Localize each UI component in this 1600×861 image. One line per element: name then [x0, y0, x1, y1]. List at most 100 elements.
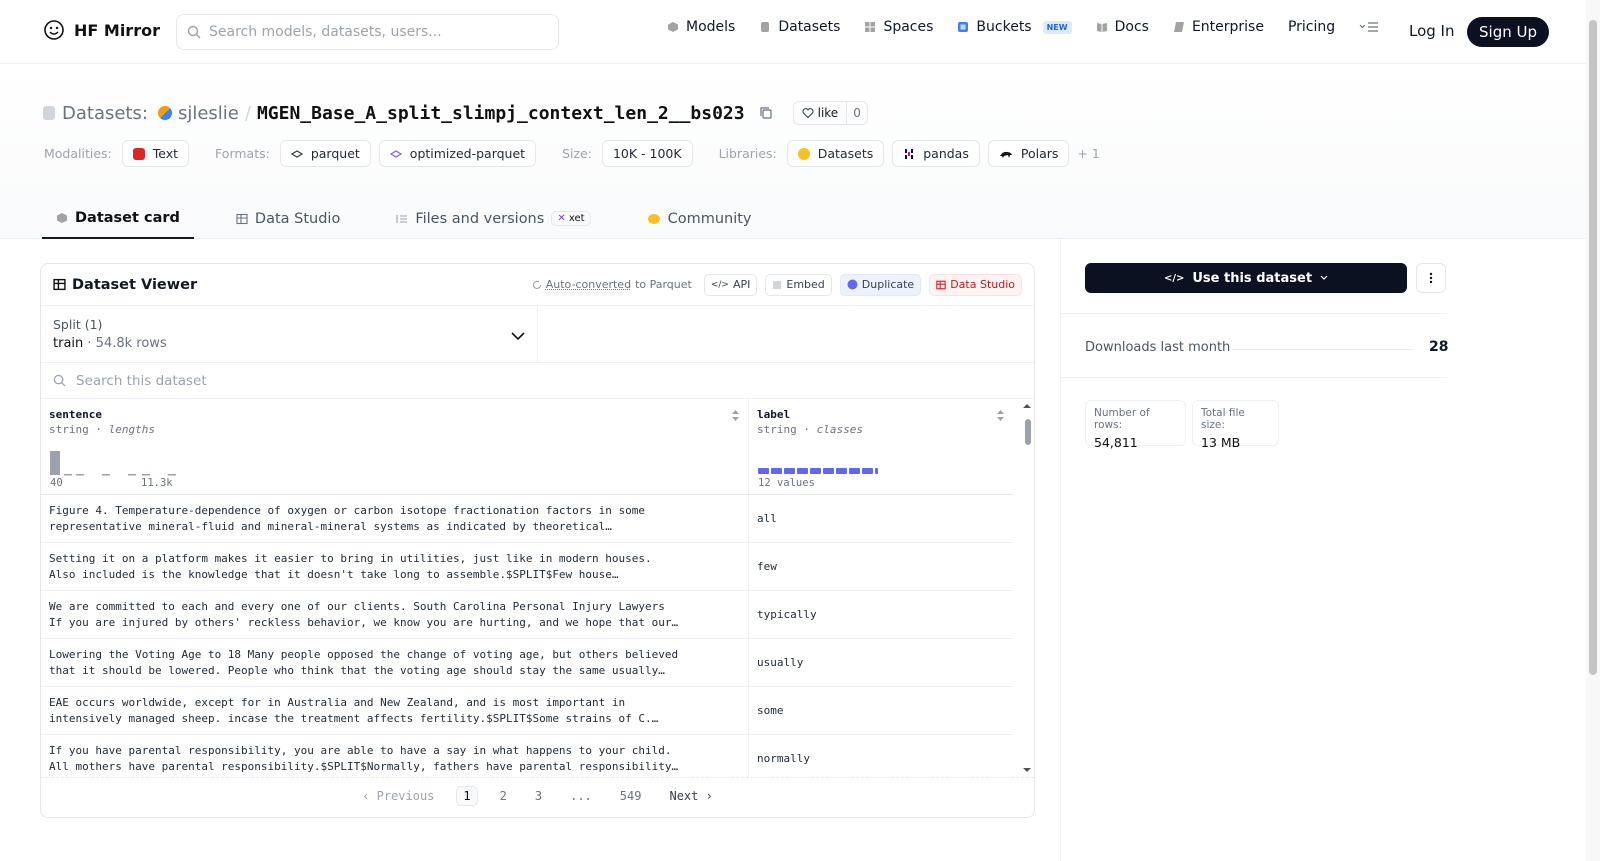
nav-buckets[interactable]: Buckets NEW	[957, 19, 1072, 35]
tab-dataset-card[interactable]: Dataset card	[42, 198, 194, 239]
tab-community[interactable]: Community	[633, 198, 766, 239]
global-search[interactable]	[176, 14, 559, 50]
split-selector[interactable]: Split (1) train · 54.8k rows	[41, 306, 538, 362]
sentence-cell[interactable]: Lowering the Voting Age to 18 Many peopl…	[41, 639, 749, 686]
label-cell[interactable]: all	[749, 495, 1013, 542]
libraries-more[interactable]: + 1	[1077, 146, 1099, 161]
repo-name[interactable]: MGEN_Base_A_split_slimpj_context_len_2__…	[257, 103, 745, 124]
brand-logo[interactable]: HF Mirror	[42, 18, 160, 42]
sentence-cell[interactable]: EAE occurs worldwide, except for in Aust…	[41, 687, 749, 734]
sidebar-divider	[1060, 239, 1061, 861]
nav-enterprise[interactable]: Enterprise	[1173, 19, 1264, 35]
sort-icon[interactable]	[731, 409, 740, 422]
class-segment[interactable]	[810, 468, 821, 474]
data-studio-button[interactable]: Data Studio	[929, 273, 1022, 296]
like-action[interactable]: like	[794, 102, 848, 124]
sentence-cell[interactable]: We are committed to each and every one o…	[41, 591, 749, 638]
sentence-line: Also included is the knowledge that it d…	[49, 568, 619, 581]
repo-owner-link[interactable]: sjleslie	[178, 103, 239, 124]
sentence-line: If you are injured by others' reckless b…	[49, 616, 679, 629]
table-icon	[936, 280, 946, 289]
format-tag-optimized-parquet[interactable]: optimized-parquet	[378, 140, 537, 167]
library-tag-polars[interactable]: Polars	[987, 140, 1070, 167]
modality-tag-text[interactable]: Text	[121, 140, 190, 167]
page-scroll-thumb[interactable]	[1589, 20, 1597, 675]
like-button[interactable]: like 0	[792, 101, 868, 125]
sentence-cell[interactable]: Setting it on a platform makes it easier…	[41, 543, 749, 590]
api-button[interactable]: </> API	[703, 273, 758, 296]
next-page[interactable]: Next ›	[663, 787, 718, 805]
nav-more-menu[interactable]	[1359, 21, 1379, 33]
scroll-thumb[interactable]	[1025, 419, 1031, 445]
page-1[interactable]: 1	[456, 785, 478, 806]
nav-docs[interactable]: Docs	[1096, 19, 1149, 35]
embed-button[interactable]: Embed	[765, 273, 832, 296]
sentence-cell[interactable]: If you have parental responsibility, you…	[41, 735, 749, 777]
page-3[interactable]: 3	[529, 787, 548, 805]
split-rows: 54.8k rows	[95, 336, 167, 351]
scroll-down-icon[interactable]	[1020, 765, 1034, 775]
class-segment[interactable]	[849, 468, 860, 474]
nav-spaces[interactable]: Spaces	[864, 19, 933, 35]
downloads-sparkline	[1232, 349, 1412, 350]
top-navbar: HF Mirror Models Datasets Spaces Buckets…	[0, 0, 1586, 64]
auto-converted-link[interactable]: Auto-converted	[546, 278, 631, 291]
tab-files-and-versions[interactable]: Files and versions ✕ xet	[382, 198, 604, 239]
login-link[interactable]: Log In	[1409, 22, 1455, 40]
sentence-cell[interactable]: Figure 4. Temperature-dependence of oxyg…	[41, 495, 749, 542]
previous-page[interactable]: ‹ Previous	[356, 787, 440, 805]
copy-icon[interactable]	[759, 106, 773, 120]
use-this-dataset-button[interactable]: </> Use this dataset	[1085, 263, 1407, 293]
label-cell[interactable]: typically	[749, 591, 1013, 638]
class-segment[interactable]	[784, 468, 795, 474]
table-row[interactable]: Lowering the Voting Age to 18 Many peopl…	[41, 639, 1013, 687]
sort-icon[interactable]	[996, 409, 1005, 422]
tab-data-studio[interactable]: Data Studio	[222, 198, 354, 239]
embed-icon	[773, 280, 782, 289]
table-scrollbar[interactable]	[1020, 399, 1034, 777]
table-row[interactable]: If you have parental responsibility, you…	[41, 735, 1013, 777]
page-2[interactable]: 2	[494, 787, 513, 805]
xet-label: xet	[568, 213, 585, 224]
dataset-search[interactable]	[41, 363, 1034, 399]
class-segment[interactable]	[758, 468, 769, 474]
nav-datasets[interactable]: Datasets	[759, 19, 840, 35]
class-segment[interactable]	[862, 468, 873, 474]
format-tag-label: optimized-parquet	[409, 146, 526, 161]
class-segment[interactable]	[823, 468, 834, 474]
table-row[interactable]: Setting it on a platform makes it easier…	[41, 543, 1013, 591]
library-tag-pandas[interactable]: pandas	[892, 140, 980, 167]
size-tag[interactable]: 10K - 100K	[601, 140, 693, 167]
class-segment[interactable]	[771, 468, 782, 474]
signup-button[interactable]: Sign Up	[1467, 17, 1549, 47]
table-row[interactable]: Figure 4. Temperature-dependence of oxyg…	[41, 495, 1013, 543]
cube-icon	[57, 212, 67, 223]
table-row[interactable]: We are committed to each and every one o…	[41, 591, 1013, 639]
format-tag-parquet[interactable]: parquet	[279, 140, 371, 167]
next-label: Next	[669, 788, 699, 803]
text-modality-icon	[132, 147, 145, 160]
sentence-line: Setting it on a platform makes it easier…	[49, 552, 652, 565]
class-segment[interactable]	[797, 468, 808, 474]
library-tag-datasets[interactable]: Datasets	[786, 140, 885, 167]
global-search-input[interactable]	[209, 24, 529, 40]
label-cell[interactable]: some	[749, 687, 1013, 734]
column-header-sentence[interactable]: sentence string · lengths 40 11.3k	[41, 399, 749, 495]
more-options-button[interactable]	[1416, 263, 1446, 293]
label-cell[interactable]: normally	[749, 735, 1013, 777]
page-549[interactable]: 549	[614, 787, 648, 805]
duplicate-button[interactable]: Duplicate	[839, 273, 922, 296]
page-scrollbar[interactable]	[1586, 0, 1600, 861]
scroll-up-icon[interactable]	[1020, 401, 1034, 411]
nav-pricing[interactable]: Pricing	[1288, 19, 1335, 35]
heart-icon	[802, 108, 814, 119]
label-cell[interactable]: usually	[749, 639, 1013, 686]
class-segment[interactable]	[875, 468, 878, 474]
files-icon	[396, 214, 408, 223]
label-cell[interactable]: few	[749, 543, 1013, 590]
nav-models[interactable]: Models	[667, 19, 735, 35]
table-row[interactable]: EAE occurs worldwide, except for in Aust…	[41, 687, 1013, 735]
class-segment[interactable]	[836, 468, 847, 474]
dataset-search-input[interactable]	[76, 372, 576, 389]
column-header-label[interactable]: label string · classes 12 values	[749, 399, 1013, 495]
